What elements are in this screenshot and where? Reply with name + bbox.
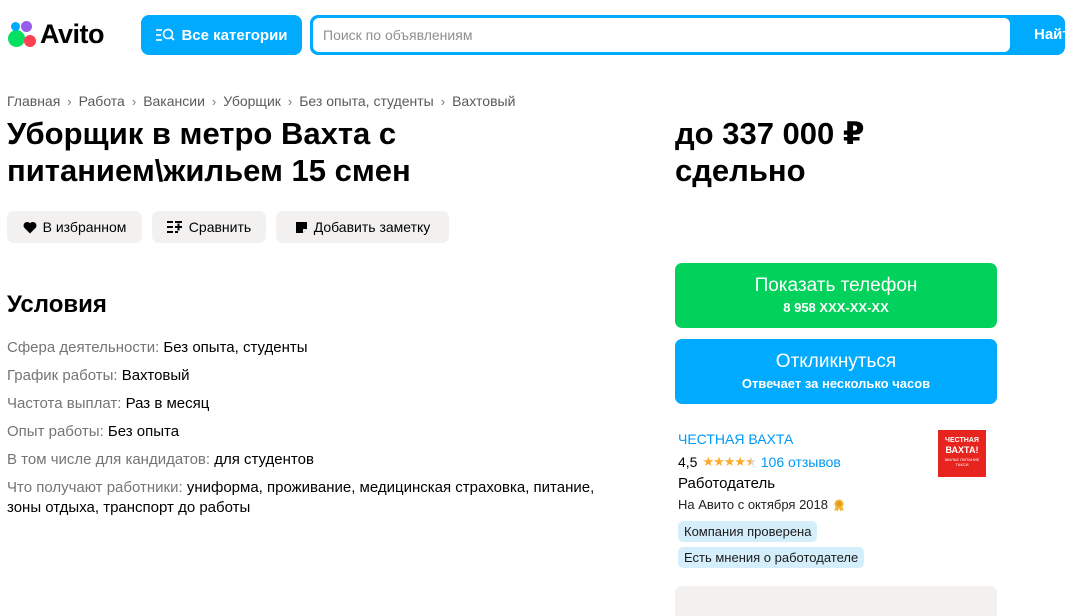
heart-icon xyxy=(23,221,37,233)
seller-since-text: На Авито с октября 2018 xyxy=(678,497,828,512)
condition-value: Вахтовый xyxy=(121,367,190,384)
phone-number-mask: 8 958 XXX-XX-XX xyxy=(783,299,889,315)
compare-label: Сравнить xyxy=(188,219,252,235)
condition-row: Частота выплат: Раз в месяц xyxy=(7,394,607,414)
condition-row: Сфера деятельности: Без опыта, студенты xyxy=(7,338,607,358)
breadcrumb-separator-icon: › xyxy=(440,93,446,109)
condition-value: для студентов xyxy=(214,451,314,468)
categories-search-icon xyxy=(156,28,176,41)
breadcrumb: Главная › Работа › Вакансии › Уборщик › … xyxy=(7,93,515,109)
condition-value: Без опыта, студенты xyxy=(163,339,308,356)
add-note-label: Добавить заметку xyxy=(313,219,431,235)
breadcrumb-item-work[interactable]: Работа xyxy=(79,93,125,109)
rating-stars-icon: ★★★★★ xyxy=(702,454,756,469)
condition-value: Без опыта xyxy=(107,423,180,440)
avito-logo[interactable]: Avito xyxy=(7,18,105,49)
condition-value: Раз в месяц xyxy=(125,395,210,412)
breadcrumb-separator-icon: › xyxy=(287,93,293,109)
breadcrumb-item-rotation[interactable]: Вахтовый xyxy=(452,93,515,109)
reviews-link[interactable]: 106 отзывов xyxy=(761,454,841,470)
breadcrumb-separator-icon: › xyxy=(211,93,217,109)
condition-key: Сфера деятельности: xyxy=(7,339,160,356)
rating-value: 4,5 xyxy=(678,454,698,470)
note-icon xyxy=(295,221,307,233)
seller-logo[interactable]: ЧЕСТНАЯ ВАХТА! ЖИЛЬЕ ПИТАНИЕ ТАКСИ xyxy=(938,430,986,477)
seller-rating: 4,5 ★★★★★ 106 отзывов xyxy=(678,454,841,470)
breadcrumb-item-cleaner[interactable]: Уборщик xyxy=(223,93,281,109)
price-amount: до 337 000 ₽ xyxy=(675,116,865,151)
search-input[interactable] xyxy=(313,18,1010,52)
employer-opinions-badge[interactable]: Есть мнения о работодателе xyxy=(678,547,865,568)
medal-icon xyxy=(834,499,844,511)
seller-name-link[interactable]: ЧЕСТНАЯ ВАХТА xyxy=(678,431,793,447)
condition-key: Что получают работники: xyxy=(7,479,183,496)
price-type: сдельно xyxy=(675,153,806,188)
bottom-cut-off-button[interactable] xyxy=(675,586,997,616)
listing-title: Уборщик в метро Вахта с питанием\жильем … xyxy=(7,116,411,188)
condition-key: Частота выплат: xyxy=(7,395,122,412)
condition-row: В том числе для кандидатов: для студенто… xyxy=(7,450,607,470)
seller-type: Работодатель xyxy=(678,475,776,492)
condition-key: В том числе для кандидатов: xyxy=(7,451,211,468)
logo-text: Avito xyxy=(40,18,105,49)
compare-icon xyxy=(166,221,182,233)
all-categories-label: Все категории xyxy=(181,26,288,44)
response-time-label: Отвечает за несколько часов xyxy=(741,375,931,391)
show-phone-button[interactable]: Показать телефон 8 958 XXX-XX-XX xyxy=(675,263,997,328)
condition-row: Что получают работники: униформа, прожив… xyxy=(7,478,597,518)
logo-dots-icon xyxy=(7,19,37,49)
seller-since: На Авито с октября 2018 xyxy=(678,497,846,512)
seller-logo-line2: ВАХТА! xyxy=(945,445,979,455)
all-categories-button[interactable]: Все категории xyxy=(141,15,302,55)
breadcrumb-item-no-experience[interactable]: Без опыта, студенты xyxy=(299,93,434,109)
favorite-label: В избранном xyxy=(42,219,127,235)
add-note-button[interactable]: Добавить заметку xyxy=(276,211,449,243)
respond-label: Откликнуться xyxy=(775,350,897,372)
respond-button[interactable]: Откликнуться Отвечает за несколько часов xyxy=(675,339,997,404)
condition-key: График работы: xyxy=(7,367,118,384)
favorite-button[interactable]: В избранном xyxy=(7,211,142,243)
condition-row: График работы: Вахтовый xyxy=(7,366,607,386)
listing-price: до 337 000 ₽ сдельно xyxy=(675,115,1005,189)
show-phone-label: Показать телефон xyxy=(754,274,918,296)
breadcrumb-separator-icon: › xyxy=(67,93,72,109)
breadcrumb-item-home[interactable]: Главная xyxy=(7,93,60,109)
seller-logo-line1: ЧЕСТНАЯ xyxy=(945,437,979,444)
breadcrumb-separator-icon: › xyxy=(131,93,137,109)
breadcrumb-item-vacancies[interactable]: Вакансии xyxy=(143,93,205,109)
condition-key: Опыт работы: xyxy=(7,423,104,440)
condition-row: Опыт работы: Без опыта xyxy=(7,422,607,442)
seller-logo-line3: ЖИЛЬЕ ПИТАНИЕ ТАКСИ xyxy=(944,457,980,467)
find-button[interactable]: Найти xyxy=(1034,15,1065,55)
verified-company-badge[interactable]: Компания проверена xyxy=(678,521,818,542)
conditions-title: Условия xyxy=(7,291,107,318)
search-bar: Найти xyxy=(310,15,1065,55)
compare-button[interactable]: Сравнить xyxy=(152,211,266,243)
